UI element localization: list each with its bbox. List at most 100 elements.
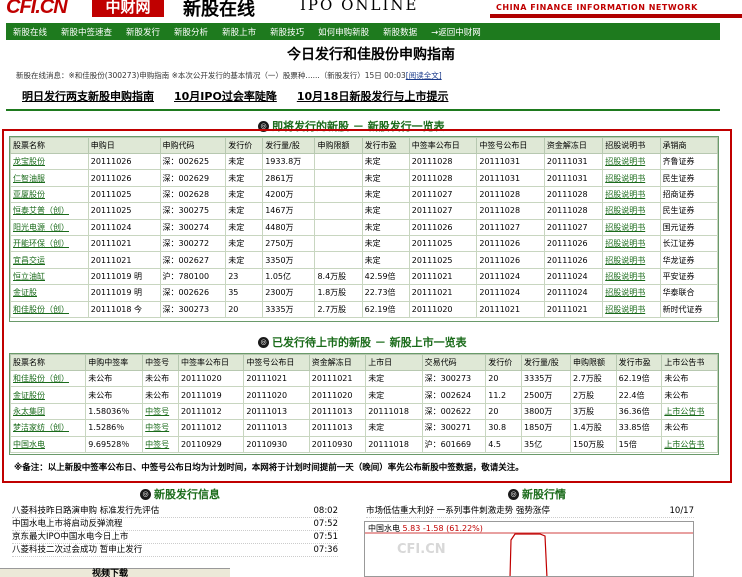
news-headline[interactable]: 中国水电上市将启动反弹流程 [12,518,123,530]
table-cell: 深：002624 [421,386,487,404]
nav-item[interactable]: 新股数据 [376,26,424,38]
nav-item[interactable]: 新股中签速查 [54,26,119,38]
stock-name-link[interactable]: 亚厦股份 [13,190,45,199]
document-link[interactable]: 招股说明书 [605,223,645,232]
stock-name-link[interactable]: 梦洁家纺（创） [13,423,69,432]
nav-item[interactable]: 新股技巧 [263,26,311,38]
document-link[interactable]: 中签号 [145,440,169,449]
table-cell: 长江证券 [659,234,719,253]
table-cell: 20111024 [543,267,604,286]
table-row: 阳光电源（创） 20111024 深：300274 未定 4480万 未定 20111026… [10,218,719,236]
news-item[interactable]: 八菱科技昨日路演申购 标准发行先评估 08:02 [12,505,338,518]
document-link[interactable]: 招股说明书 [605,157,645,166]
document-link[interactable]: 中签号 [145,423,169,432]
document-link[interactable]: 招股说明书 [605,190,645,199]
stock-name-link[interactable]: 恒立油缸 [13,272,45,281]
table-cell: 宜昌交运 [10,251,89,269]
table-row: 梦洁家纺（创） 1.5286％ 中签号 20111012 20111013 2011101… [9,419,718,437]
stock-name-link[interactable]: 永太集团 [13,407,45,416]
stock-name-link[interactable]: 龙宝股份 [13,157,45,166]
document-link[interactable]: 招股说明书 [605,174,645,183]
news-headline[interactable]: 京东最大IPO中国水电今日上市 [12,531,128,543]
stock-chart[interactable]: 中国水电 5.83 -1.58 (61.22%) CFI.CN [364,521,694,577]
header-strip [490,14,742,18]
table-cell: 20111021 [408,267,478,286]
table-cell: 和佳股份（创） [9,369,87,388]
table-row: 永太集团 1.58036％ 中签号 20111012 20111013 20111013 2… [9,402,718,421]
news-item[interactable]: 市场低估重大利好 一系列事件刺激走势 强势涨停 10/17 [366,505,694,518]
table-cell: 20111013 [308,402,367,421]
read-more-link[interactable]: [阅读全文] [406,71,442,80]
stock-name-link[interactable]: 中国水电 [13,440,45,449]
taskbar-item[interactable]: 视频下载 [92,566,128,577]
table-cell: 未公布 [85,369,144,388]
bullet-icon: ◎ [258,120,269,132]
nav-item[interactable]: 新股发行 [119,26,167,38]
headline-link[interactable]: 10月18日新股发行与上市提示 [297,88,449,104]
column-header: 中签率公布日 [408,137,478,154]
document-link[interactable]: 上市公告书 [664,407,704,416]
table-row: 恒立油缸 20111019 明沪：780100 23 1.05亿 8.4万股 42.59倍… [10,267,719,286]
table-cell: 仁智油服 [10,169,89,187]
table-cell: 平安证券 [659,267,719,286]
table-cell: 1850万 [521,419,572,437]
column-header: 中签号 [142,354,179,371]
news-item[interactable]: 京东最大IPO中国水电今日上市 07:51 [12,531,338,544]
table-cell: 20111018 [365,402,423,421]
table-cell: 23 [225,267,264,286]
table-cell: 开能环保（创） [10,234,89,253]
table-row: 和佳股份（创） 未公布 未公布 20111020 20111021 20111021 未定深… [9,369,718,388]
table-cell: 20111031 [543,169,604,187]
table-row: 龙宝股份 20111026 深：002625 未定 1933.8万 未定 20111028 2… [10,152,719,171]
headline-link[interactable]: 明日发行两支新股申购指南 [22,88,154,104]
cfi-logo[interactable]: CFI.CN [6,0,68,19]
stock-name-link[interactable]: 和佳股份（创） [13,374,69,383]
table-cell: 1.8万股 [314,284,363,302]
news-item[interactable]: 中国水电上市将启动反弹流程 07:52 [12,518,338,531]
table-cell: 20111025 [87,202,161,220]
document-link[interactable]: 中签号 [145,407,169,416]
stock-name-link[interactable]: 恒泰艾普（创） [13,206,69,215]
document-link[interactable]: 招股说明书 [605,305,645,314]
table-cell: 20 [485,369,523,388]
news-headline[interactable]: 八菱科技昨日路演申购 标准发行先评估 [12,505,159,517]
nav-item[interactable]: 新股分析 [167,26,215,38]
stock-name-link[interactable]: 宜昌交运 [13,256,45,265]
nav-item[interactable]: →返回中财网 [424,26,488,38]
table-cell: 上市公告书 [661,402,718,421]
stock-name-link[interactable]: 和佳股份（创） [13,305,69,314]
stock-name-link[interactable]: 仁智油服 [13,174,45,183]
nav-item[interactable]: 新股在线 [6,26,54,38]
table-cell: 20111018 [365,435,423,453]
column-header: 发行市盈 [615,354,663,371]
stock-name-link[interactable]: 金证股份 [13,391,45,400]
network-banner: CHINA FINANCE INFORMATION NETWORK [496,3,698,12]
stock-name-link[interactable]: 开能环保（创） [13,239,69,248]
cfi-cn-logo[interactable]: 中财网 [92,0,164,17]
document-link[interactable]: 招股说明书 [605,239,645,248]
table-cell: 华龙证券 [659,251,719,269]
nav-item[interactable]: 新股上市 [215,26,263,38]
table-cell: 未定 [361,152,410,171]
document-link[interactable]: 招股说明书 [605,288,645,297]
table-cell: 阳光电源（创） [10,218,89,236]
table-cell: 3335万 [521,369,572,388]
news-item[interactable]: 八菱科技二次过会成功 暂申止发行 07:36 [12,544,338,557]
document-link[interactable]: 招股说明书 [605,206,645,215]
table-row: 亚厦股份 20111025 深：002628 未定 4200万 未定 20111027 201… [10,185,719,204]
news-headline[interactable]: 市场低估重大利好 一系列事件刺激走势 强势涨停 [366,505,550,517]
table-cell: 20111021 [87,251,161,269]
document-link[interactable]: 上市公告书 [664,440,704,449]
document-link[interactable]: 招股说明书 [605,256,645,265]
table-cell: 20110930 [243,435,310,453]
news-headline[interactable]: 八菱科技二次过会成功 暂申止发行 [12,544,142,556]
headline-link[interactable]: 10月IPO过会率陡降 [174,88,277,104]
stock-name-link[interactable]: 阳光电源（创） [13,223,69,232]
nav-item[interactable]: 如何申购新股 [311,26,376,38]
stock-name-link[interactable]: 金证股 [13,288,37,297]
table-cell: 1.4万股 [570,419,617,437]
column-header: 发行价 [485,354,523,371]
column-header: 交易代码 [421,354,487,371]
table-cell: 20111031 [476,169,545,187]
document-link[interactable]: 招股说明书 [605,272,645,281]
